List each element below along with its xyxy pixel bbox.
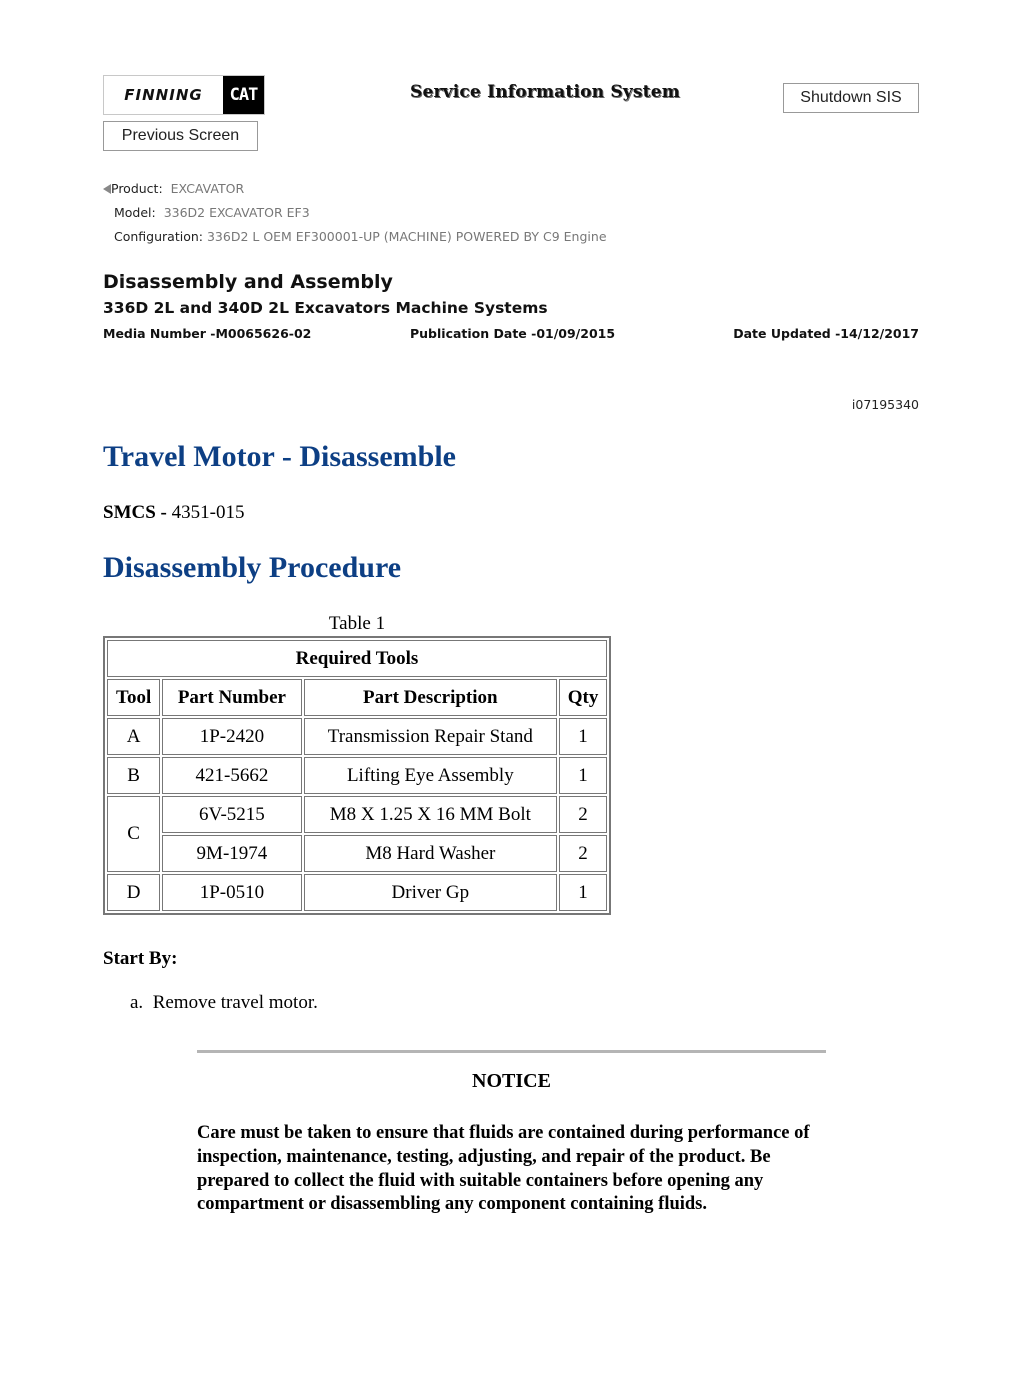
smcs-value: 4351-015 [171,502,245,523]
media-number: Media Number -M0065626-02 [103,326,312,341]
document-id: i07195340 [851,397,919,412]
table-title: Required Tools [107,640,607,677]
column-header-qty: Qty [559,679,607,716]
part-number-cell: 1P-2420 [162,718,302,755]
shutdown-sis-button[interactable]: Shutdown SIS [783,83,919,113]
step-marker: a. [130,992,144,1013]
part-description-cell: Driver Gp [303,874,558,911]
table-row: D 1P-0510 Driver Gp 1 [107,874,607,911]
column-header-part-number: Part Number [162,679,302,716]
part-description-cell: Transmission Repair Stand [303,718,558,755]
notice-title: NOTICE [472,1070,551,1092]
table-row: B 421-5662 Lifting Eye Assembly 1 [107,757,607,794]
part-number-cell: 9M-1974 [162,835,302,872]
date-updated: Date Updated -14/12/2017 [733,326,919,341]
column-header-tool: Tool [107,679,161,716]
section-title: Disassembly Procedure [103,551,402,584]
model-info: Model: 336D2 EXCAVATOR EF3 [114,205,310,220]
tool-cell: B [107,757,161,794]
system-title: Service Information System [410,82,680,102]
table-header-row: Tool Part Number Part Description Qty [107,679,607,716]
tool-cell: A [107,718,161,755]
model-value: 336D2 EXCAVATOR EF3 [163,205,310,220]
configuration-value: 336D2 L OEM EF300001-UP (MACHINE) POWERE… [206,229,607,244]
table-row: C 6V-5215 M8 X 1.25 X 16 MM Bolt 2 [107,796,607,872]
smcs-code: SMCS - 4351-015 [103,502,244,524]
qty-cell: 1 [559,874,607,911]
part-number-cell: 421-5662 [162,757,302,794]
product-value: EXCAVATOR [170,181,245,196]
column-header-part-description: Part Description [303,679,558,716]
required-tools-table: Required Tools Tool Part Number Part Des… [103,636,611,915]
finning-logo-text: FINNING [124,86,203,104]
part-description-cell: M8 X 1.25 X 16 MM Bolt [303,796,558,833]
qty-cell: 2 [559,796,607,833]
qty-cell: 2 [559,835,607,872]
table-row: A 1P-2420 Transmission Repair Stand 1 [107,718,607,755]
start-by-step: a. Remove travel motor. [130,992,318,1014]
part-description-cell: Lifting Eye Assembly [303,757,558,794]
notice-divider [197,1050,826,1053]
cat-logo-text: CAT [223,76,264,114]
start-by-heading: Start By: [103,948,178,969]
table-caption: Table 1 [328,613,386,634]
part-description-cell: M8 Hard Washer [303,835,558,872]
finning-cat-logo: FINNING CAT [103,75,265,115]
previous-screen-button[interactable]: Previous Screen [103,121,258,151]
smcs-label: SMCS - [103,502,167,523]
qty-cell: 1 [559,718,607,755]
product-label: Product: [111,181,163,196]
notice-body: Care must be taken to ensure that fluids… [197,1123,810,1215]
tool-cell: D [107,874,161,911]
table-row: 9M-1974 M8 Hard Washer 2 [107,835,607,872]
model-label: Model: [114,205,156,220]
configuration-label: Configuration: [114,229,203,244]
document-subtitle: 336D 2L and 340D 2L Excavators Machine S… [103,299,548,317]
tool-cell: C [107,796,161,872]
step-text: Remove travel motor. [152,992,318,1013]
configuration-info: Configuration: 336D2 L OEM EF300001-UP (… [114,229,607,244]
qty-cell: 1 [559,757,607,794]
part-number-cell: 6V-5215 [162,796,302,833]
product-info: Product: EXCAVATOR [103,181,244,196]
collapse-arrow-icon[interactable] [103,184,111,194]
page-title: Travel Motor - Disassemble [103,440,456,473]
document-type: Disassembly and Assembly [103,271,393,293]
publication-date: Publication Date -01/09/2015 [410,326,616,341]
part-number-cell: 1P-0510 [162,874,302,911]
